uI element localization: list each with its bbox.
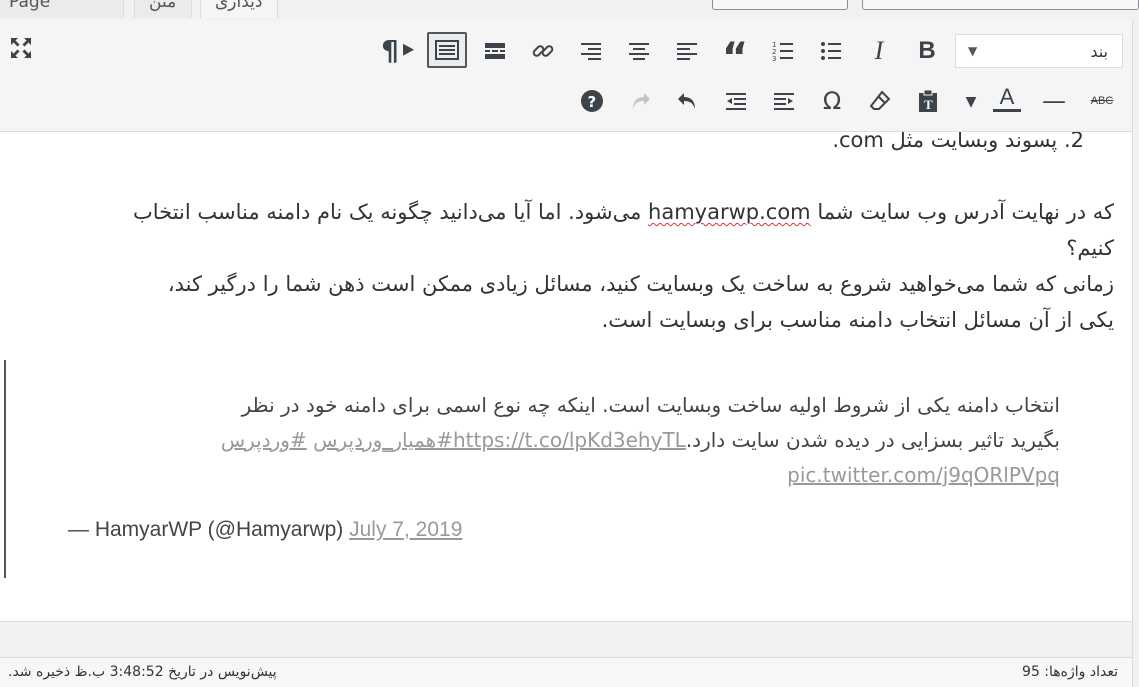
paste-text-icon[interactable]: T bbox=[912, 85, 944, 117]
editor-resize-area[interactable] bbox=[0, 621, 1133, 657]
tweet-text-line: بگیرید تاثیر بسزایی در دیده شدن سایت دار… bbox=[221, 423, 1060, 458]
tweet-author: — HamyarWP (@Hamyarwp) bbox=[68, 518, 350, 541]
redo-icon[interactable] bbox=[624, 85, 656, 117]
toolbar-toggle-icon[interactable] bbox=[427, 32, 467, 68]
list-item: 2. پسوند وبسایت مثل com. bbox=[832, 132, 1084, 152]
tweet-pic-link[interactable]: pic.twitter.com/j9qORlPVpq bbox=[787, 463, 1060, 487]
numbered-list-icon[interactable]: 123 bbox=[767, 35, 799, 67]
editor-toolbar: بند ▼ B I 123 “ ¶‣ ABC — A ▼ T Ω ? bbox=[0, 20, 1133, 132]
tweet-hashtag[interactable]: #همیار_وردپرس bbox=[313, 428, 453, 452]
tweet-text-line: pic.twitter.com/j9qORlPVpq bbox=[787, 458, 1060, 493]
add-form-button[interactable] bbox=[862, 0, 1139, 10]
tweet-embed: انتخاب دامنه یکی از شروط اولیه ساخت وبسا… bbox=[4, 360, 1126, 578]
svg-text:T: T bbox=[924, 97, 933, 112]
add-media-button[interactable] bbox=[712, 0, 848, 10]
align-center-icon[interactable] bbox=[623, 35, 655, 67]
tweet-text: بگیرید تاثیر بسزایی در دیده شدن سایت دار… bbox=[685, 428, 1060, 452]
bulleted-list-icon[interactable] bbox=[815, 35, 847, 67]
tab-text[interactable]: متن bbox=[134, 0, 192, 18]
tab-text-label: متن bbox=[149, 0, 177, 12]
italic-icon[interactable]: I bbox=[863, 35, 895, 67]
svg-text:?: ? bbox=[588, 93, 597, 111]
word-count: تعداد واژه‌ها: 95 bbox=[1022, 664, 1118, 680]
paragraph-line: کنیم؟ bbox=[1066, 236, 1114, 260]
insert-link-icon[interactable] bbox=[527, 35, 559, 67]
horizontal-line-icon[interactable]: — bbox=[1038, 85, 1070, 117]
strikethrough-icon[interactable]: ABC bbox=[1086, 85, 1118, 117]
tab-visual-label: دیداری bbox=[215, 0, 263, 12]
editor-content[interactable]: 2. پسوند وبسایت مثل com. که در نهایت آدر… bbox=[0, 132, 1133, 621]
format-select-value: بند bbox=[1090, 42, 1108, 61]
tweet-credit: — HamyarWP (@Hamyarwp) July 7, 2019 bbox=[68, 518, 462, 542]
paragraph-text: که در نهایت آدرس وب سایت شما bbox=[810, 200, 1114, 224]
tweet-text-line: انتخاب دامنه یکی از شروط اولیه ساخت وبسا… bbox=[241, 393, 1060, 417]
svg-text:3: 3 bbox=[772, 55, 776, 63]
status-bar: تعداد واژه‌ها: 95 پیش‌نویس در تاریخ 3:48… bbox=[0, 657, 1133, 687]
editor-tabs: Page Builder متن دیداری bbox=[0, 0, 1139, 20]
align-right-icon[interactable] bbox=[575, 35, 607, 67]
chevron-down-icon: ▼ bbox=[968, 44, 978, 58]
indent-icon[interactable] bbox=[768, 85, 800, 117]
tweet-link[interactable]: https://t.co/lpKd3ehyTL bbox=[453, 428, 686, 452]
blockquote-icon[interactable]: “ bbox=[719, 35, 751, 78]
tweet-date-link[interactable]: July 7, 2019 bbox=[349, 518, 462, 541]
help-icon[interactable]: ? bbox=[576, 85, 608, 117]
paragraph-line: زمانی که شما می‌خواهید شروع به ساخت یک و… bbox=[167, 272, 1114, 296]
align-left-icon[interactable] bbox=[671, 35, 703, 67]
tab-page-builder-label: Page Builder bbox=[9, 0, 51, 12]
read-more-icon[interactable] bbox=[479, 35, 511, 67]
paragraph-line: یکی از آن مسائل انتخاب دامنه مناسب برای … bbox=[601, 308, 1114, 332]
tab-visual[interactable]: دیداری bbox=[200, 0, 278, 18]
paragraph-line: که در نهایت آدرس وب سایت شما hamyarwp.co… bbox=[133, 194, 1114, 230]
special-character-icon[interactable]: Ω bbox=[816, 85, 848, 117]
clear-formatting-icon[interactable] bbox=[864, 85, 896, 117]
undo-icon[interactable] bbox=[672, 85, 704, 117]
tab-page-builder[interactable]: Page Builder bbox=[0, 0, 124, 18]
outdent-icon[interactable] bbox=[720, 85, 752, 117]
chevron-down-icon[interactable]: ▼ bbox=[960, 86, 982, 118]
misspelled-domain: hamyarwp.com bbox=[648, 200, 811, 224]
tweet-hashtag[interactable]: #وردپرس bbox=[221, 428, 307, 452]
text-color-icon[interactable]: A bbox=[991, 83, 1023, 115]
paragraph-format-select[interactable]: بند ▼ bbox=[955, 34, 1123, 68]
bold-icon[interactable]: B bbox=[911, 35, 943, 67]
draft-saved-status: پیش‌نویس در تاریخ 3:48:52 ب.ظ ذخیره شد. bbox=[8, 664, 277, 680]
fullscreen-icon[interactable] bbox=[5, 32, 37, 64]
paragraph-text: می‌شود. اما آیا می‌دانید چگونه یک نام دا… bbox=[132, 200, 649, 224]
rtl-direction-icon[interactable]: ¶‣ bbox=[381, 35, 417, 67]
